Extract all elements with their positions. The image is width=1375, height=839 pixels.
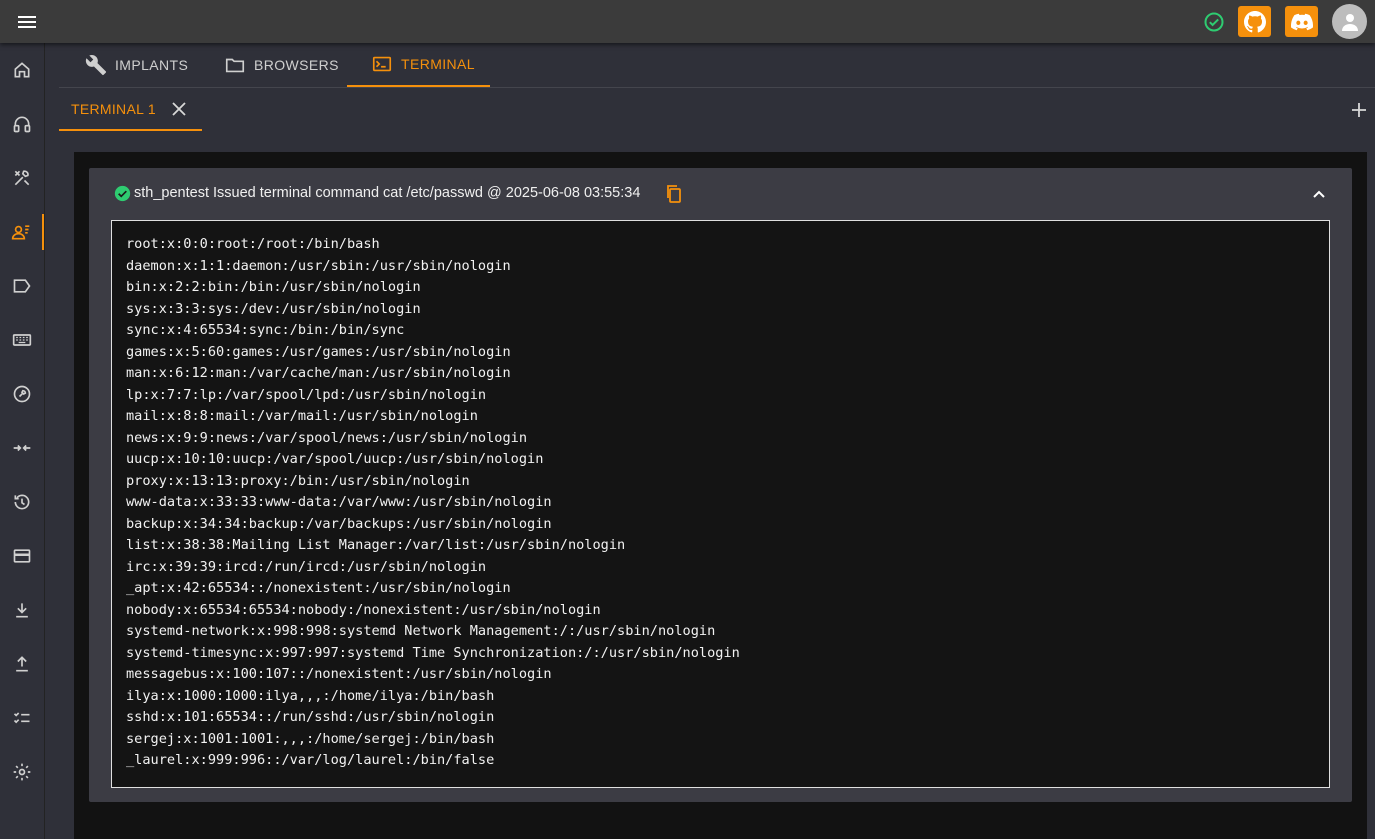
terminal-panel: sth_pentest Issued terminal command cat … [74, 152, 1367, 839]
command-entry-header[interactable]: sth_pentest Issued terminal command cat … [89, 168, 1352, 220]
check-circle-icon [1203, 11, 1225, 33]
sidebar-item-uploads[interactable] [0, 646, 44, 682]
download-icon [16, 603, 28, 618]
sidebar-item-tools[interactable] [0, 376, 44, 412]
tools-icon [14, 170, 30, 186]
sidebar-item-generate[interactable] [0, 160, 44, 196]
checklist-icon [13, 712, 30, 724]
tab-browsers[interactable]: BROWSERS [224, 43, 354, 87]
upload-icon [16, 656, 28, 672]
sidebar-item-downloads[interactable] [0, 592, 44, 628]
github-icon [1243, 10, 1266, 32]
tab-implants-label: IMPLANTS [115, 57, 189, 73]
operator-icon [11, 225, 30, 240]
sidebar-item-keyboard[interactable] [0, 322, 44, 358]
label-icon [13, 279, 31, 293]
user-avatar-icon[interactable] [1332, 4, 1367, 39]
terminal-output-text: root:x:0:0:root:/root:/bin/bash daemon:x… [126, 236, 740, 768]
sidebar-nav [0, 43, 45, 839]
sidebar-item-home[interactable] [0, 52, 44, 88]
sidebar-item-operators[interactable] [0, 214, 44, 250]
folder-icon [225, 58, 245, 73]
tab-terminal-label: TERMINAL [401, 56, 475, 72]
wrench-circle-icon [13, 385, 31, 403]
sidebar-item-loot[interactable] [0, 268, 44, 304]
home-icon [14, 62, 30, 78]
sidebar-item-credentials[interactable] [0, 538, 44, 574]
tab-browsers-label: BROWSERS [254, 57, 339, 73]
plus-icon[interactable] [1349, 100, 1369, 120]
sidebar-item-tasks[interactable] [0, 700, 44, 736]
wrench-icon [85, 55, 107, 76]
keyboard-icon [12, 334, 32, 346]
close-icon[interactable] [169, 99, 189, 119]
check-circle-icon [114, 185, 131, 202]
command-entry-card: sth_pentest Issued terminal command cat … [89, 168, 1352, 802]
command-entry-title: sth_pentest Issued terminal command cat … [134, 185, 641, 201]
terminal-icon [372, 56, 392, 72]
sidebar-item-listeners[interactable] [0, 106, 44, 142]
settings-gear-icon [13, 763, 31, 781]
terminal-session-tab-label: TERMINAL 1 [71, 100, 156, 117]
compress-arrows-icon [13, 444, 31, 452]
terminal-output: root:x:0:0:root:/root:/bin/bash daemon:x… [111, 220, 1330, 788]
tab-implants[interactable]: IMPLANTS [85, 43, 215, 87]
github-button[interactable] [1238, 6, 1271, 37]
chevron-up-icon[interactable] [1309, 184, 1329, 204]
history-icon [14, 494, 30, 510]
sidebar-item-history[interactable] [0, 484, 44, 520]
tab-terminal[interactable]: TERMINAL [347, 43, 490, 87]
card-icon [13, 549, 31, 563]
discord-icon [1290, 13, 1313, 30]
hamburger-menu-icon[interactable] [11, 6, 43, 38]
terminal-session-tab[interactable]: TERMINAL 1 [59, 88, 202, 131]
copy-icon[interactable] [664, 184, 684, 204]
top-app-bar [0, 0, 1375, 43]
main-tab-bar: IMPLANTS BROWSERS TERMINAL [59, 43, 1375, 88]
sidebar-item-pivots[interactable] [0, 430, 44, 466]
sidebar-item-settings[interactable] [0, 754, 44, 790]
headphones-icon [13, 116, 31, 133]
discord-button[interactable] [1285, 6, 1318, 37]
